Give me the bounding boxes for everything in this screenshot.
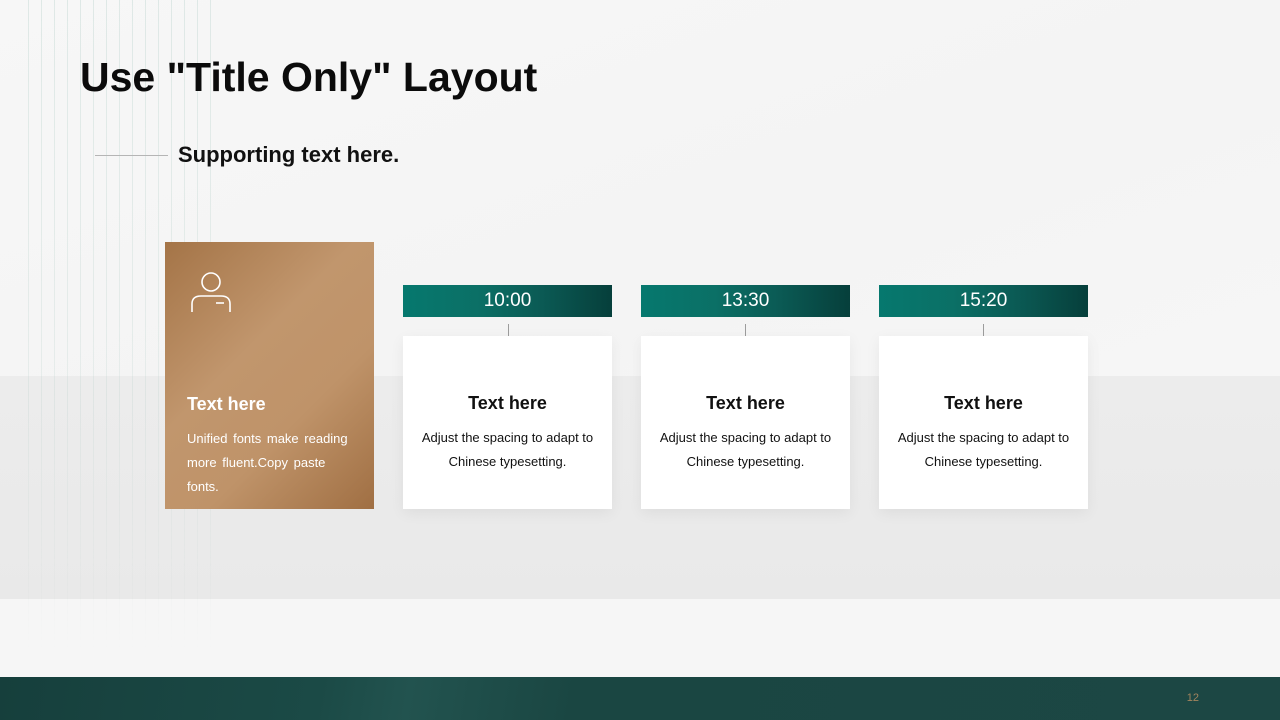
timeline-card-description: Adjust the spacing to adapt to Chinese t…: [659, 430, 832, 469]
feature-card: Text here Unified fonts make reading mor…: [165, 242, 374, 509]
timeline-time-1: 10:00: [403, 285, 612, 317]
timeline-card-description: Adjust the spacing to adapt to Chinese t…: [897, 430, 1070, 469]
timeline-card-2: Text here Adjust the spacing to adapt to…: [641, 336, 850, 509]
feature-title: Text here: [187, 394, 266, 414]
timeline-card-title: Text here: [944, 393, 1023, 413]
timeline-card-3: Text here Adjust the spacing to adapt to…: [879, 336, 1088, 509]
user-icon: [191, 272, 231, 312]
timeline-card-title: Text here: [468, 393, 547, 413]
subtitle-divider: [95, 155, 168, 156]
timeline-card-title: Text here: [706, 393, 785, 413]
timeline-card-description: Adjust the spacing to adapt to Chinese t…: [421, 430, 594, 469]
slide-title: Use "Title Only" Layout: [80, 54, 538, 100]
slide-subtitle: Supporting text here.: [178, 142, 400, 167]
footer-bar: [0, 677, 1280, 720]
timeline-time-2: 13:30: [641, 285, 850, 317]
page-number: 12: [1186, 692, 1199, 704]
timeline-time-3: 15:20: [879, 285, 1088, 317]
feature-description: Unified fonts make reading more fluent.C…: [187, 431, 348, 494]
timeline-card-1: Text here Adjust the spacing to adapt to…: [403, 336, 612, 509]
